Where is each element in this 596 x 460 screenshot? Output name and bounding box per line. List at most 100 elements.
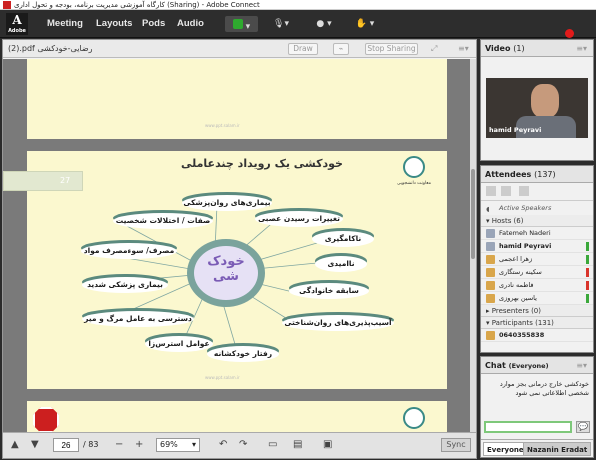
list-item[interactable]: فاطمه نادری [481,279,593,292]
main-menubar: A Adobe Meeting Layouts Pods Audio ▾ 🎙▾ … [0,10,596,38]
factor-bubble: ناکامگیری [312,231,374,247]
speaker-toggle-button[interactable]: ▾ [225,16,258,32]
send-message-icon[interactable]: 💬 [576,421,590,433]
chat-pod-header: Chat (Everyone) ≡▾ [481,357,593,374]
attendees-pod-title: Attendees [485,170,532,179]
previous-page-icon[interactable]: ▲ [11,439,19,450]
stop-sign-icon [33,407,59,432]
presenters-label: Presenters (0) [491,307,541,315]
zoom-in-icon[interactable]: + [135,439,143,450]
speaker-icon [232,19,243,29]
next-page-icon[interactable]: ▼ [31,439,39,450]
adobe-connect-app-icon [3,1,11,9]
pointer-tool-icon[interactable]: ⌁ [333,43,349,55]
tab-private-chat[interactable]: Nazanin Eradat [523,442,592,456]
chat-pod: Chat (Everyone) ≡▾ خودکشی خارج درمانی بج… [480,356,594,458]
active-speakers-row: ◖ Active Speakers [481,201,593,215]
speaker-wave-icon: ◖ [486,205,490,213]
tab-everyone[interactable]: Everyone [483,442,528,456]
page-number-input[interactable] [53,438,79,452]
presenter-name: hamid Peyravi [489,126,542,134]
clipboard-icon[interactable]: ▤ [293,439,302,450]
chat-input[interactable] [484,421,572,433]
presenters-group-header[interactable]: ▸ Presenters (0) [481,305,593,317]
factor-bubble: آسیب‌پذیری‌های روان‌شناختی [282,315,394,331]
document-scrollbar[interactable] [470,59,476,432]
presenter-face [531,84,559,118]
draw-button[interactable]: Draw [288,43,318,55]
chat-message: خودکشی خارج درمانی بجز موارد شخصی اطلاعا… [499,380,589,397]
stop-sharing-button[interactable]: Stop Sharing [365,43,418,55]
list-item[interactable]: Fatemeh Naderi [481,227,593,240]
webcam-button[interactable]: ● ▾ [308,16,340,32]
zoom-select[interactable]: 69% ▾ [156,438,200,452]
adobe-logo-label: Adobe [8,28,26,34]
status-hand-icon: ✋ [355,19,367,29]
pod-options-icon[interactable]: ≡▾ [458,40,469,58]
list-item[interactable]: سکینه رستگاری [481,266,593,279]
window-title-bar: کارگاه آموزشی مدیریت برنامه، بودجه و تحو… [0,0,596,10]
sync-button[interactable]: Sync [441,438,471,452]
screen-icon[interactable]: ▣ [323,439,332,450]
list-item[interactable]: یاسین بهروزی [481,292,593,305]
menu-pods[interactable]: Pods [142,18,165,29]
participants-label: Participants (131) [491,319,554,327]
current-slide: 27 خودکشی یک رویداد چندعاملی معاونت دانش… [3,151,447,389]
chevron-down-icon: ▾ [191,440,196,449]
scrollbar-thumb[interactable] [471,169,475,259]
user-icon [486,229,495,238]
zoom-out-icon[interactable]: − [115,439,123,450]
grid-view-icon[interactable] [501,186,511,196]
menu-meeting[interactable]: Meeting [47,18,83,29]
participants-group-header[interactable]: ▾ Participants (131) [481,317,593,329]
factor-bubble: بیماری پزشکی شدید [82,277,168,293]
list-item[interactable]: hamid Peyravi [481,240,593,253]
recording-indicator-icon[interactable] [565,29,574,38]
factor-bubble: دسترسی به عامل مرگ و میر [82,311,194,327]
list-item[interactable]: زهرا اعجمی [481,253,593,266]
document-view[interactable]: www.ppt.salam.ir 27 خودکشی یک رویداد چند… [3,59,470,432]
host-name: Fatemeh Naderi [499,229,551,237]
host-name: hamid Peyravi [499,242,552,250]
list-item[interactable]: 0640355838 [481,329,593,342]
participant-name: 0640355838 [499,331,545,339]
adobe-logo-letter: A [12,13,22,27]
status-indicator [586,294,589,303]
user-icon [486,331,495,340]
attendees-pod-header: Attendees (137) [481,166,593,183]
raise-hand-button[interactable]: ✋ ▾ [350,16,380,32]
menu-audio[interactable]: Audio [177,18,204,29]
factor-bubble: مصرف/ سوءمصرف مواد [81,243,177,259]
video-pod: Video (1) ≡▾ hamid Peyravi [480,39,594,161]
video-pod-title: Video [485,44,511,53]
pod-options-icon[interactable]: ≡▾ [576,40,587,57]
attendee-count: (137) [534,170,556,179]
host-name: زهرا اعجمی [499,255,533,263]
pod-options-icon[interactable]: ≡▾ [576,357,587,374]
host-name: یاسین بهروزی [499,294,537,302]
status-indicator [586,255,589,264]
fit-page-icon[interactable]: ▭ [268,439,277,450]
watermark: www.ppt.salam.ir [205,123,240,128]
sort-icon[interactable] [519,186,529,196]
share-pod-header: (2).pdf رضایی-خودکشی Draw ⌁ Stop Sharing… [3,40,476,58]
attendees-pod: Attendees (137) ◖ Active Speakers ▾ Host… [480,165,594,353]
next-slide-fragment [27,401,447,432]
microphone-icon: 🎙 [273,19,285,29]
webcam-feed: hamid Peyravi [486,78,588,138]
video-count: (1) [513,44,525,53]
redo-icon[interactable]: ↷ [239,439,247,450]
menu-layouts[interactable]: Layouts [96,18,132,29]
microphone-button[interactable]: 🎙▾ [268,16,294,32]
adobe-logo-icon: A Adobe [6,13,28,35]
list-view-icon[interactable] [486,186,496,196]
fullscreen-icon[interactable]: ⤢ [431,40,437,58]
status-indicator [586,242,589,251]
hosts-group-header[interactable]: ▾ Hosts (6) [481,215,593,227]
user-icon [486,242,495,251]
window-title: کارگاه آموزشی مدیریت برنامه، بودجه و تحو… [14,1,260,9]
share-pod: (2).pdf رضایی-خودکشی Draw ⌁ Stop Sharing… [2,39,477,459]
zoom-value: 69% [160,440,178,449]
undo-icon[interactable]: ↶ [219,439,227,450]
factor-bubble: صفات / اختلالات شخصیت [113,213,213,229]
